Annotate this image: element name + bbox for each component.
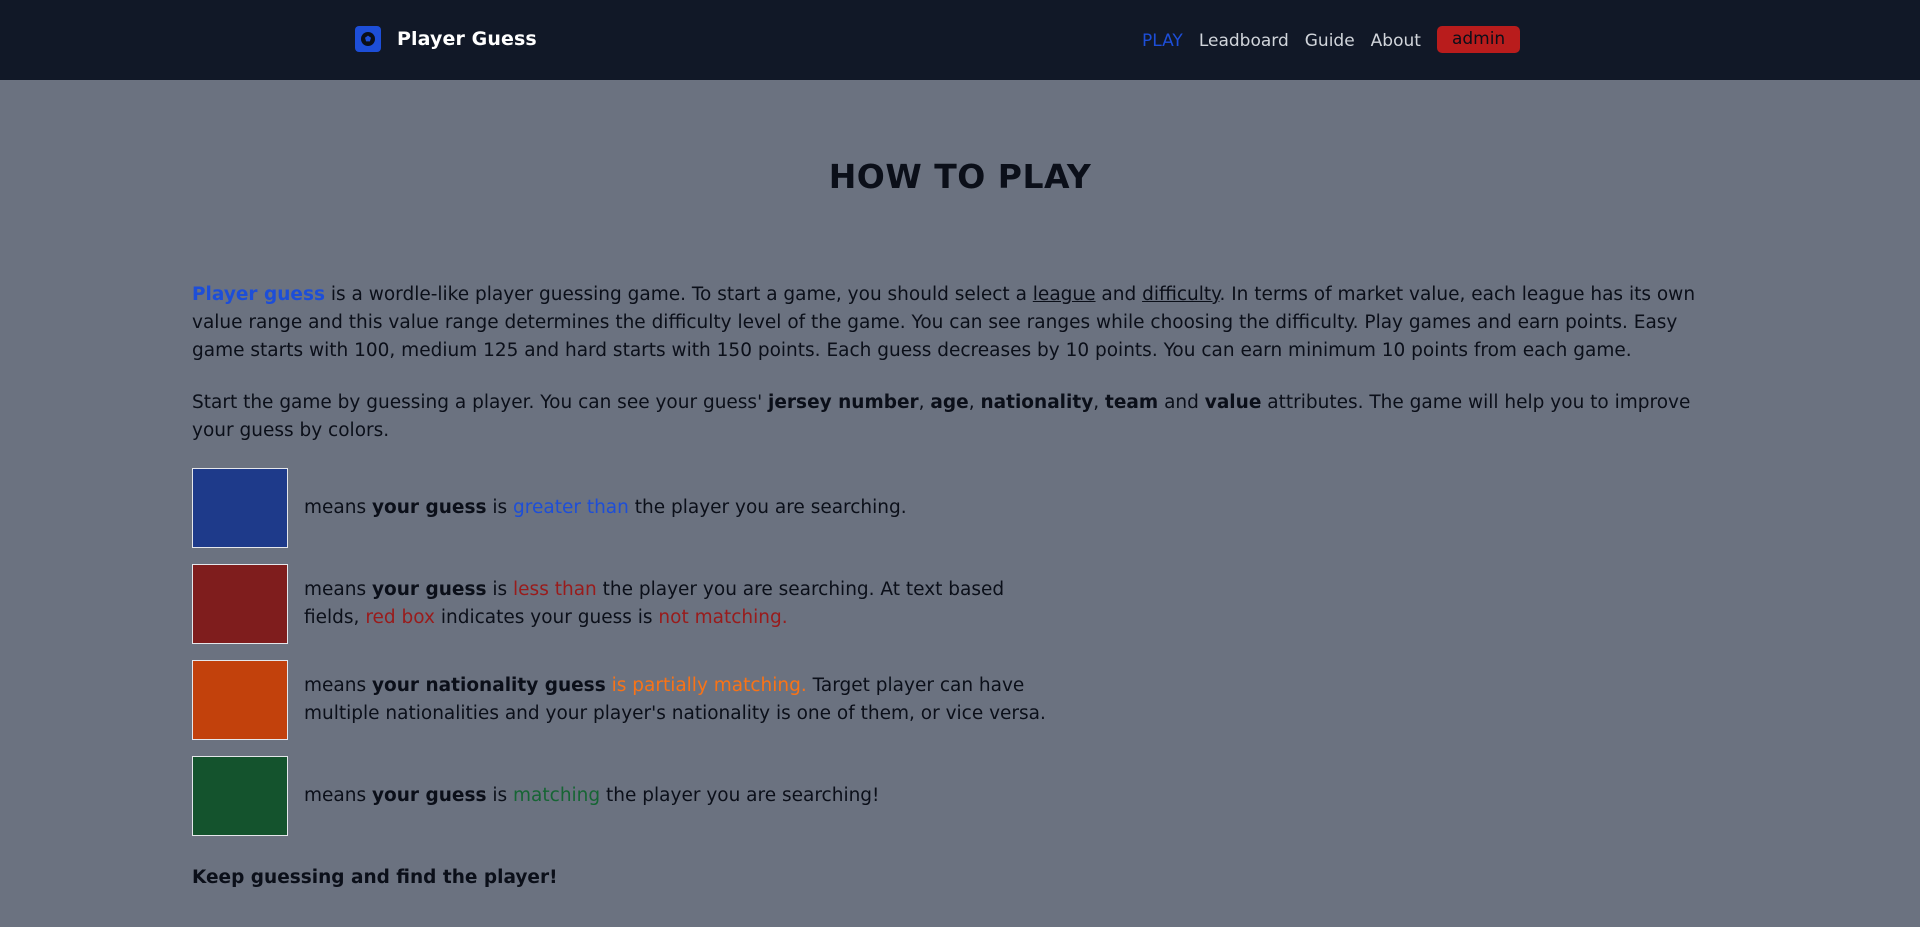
nav-link-guide[interactable]: Guide <box>1305 31 1355 51</box>
game-name-link[interactable]: Player guess <box>192 284 325 305</box>
green-swatch <box>192 756 288 836</box>
legend-subject: your nationality guess <box>371 675 606 696</box>
nav-links: PLAY Leadboard Guide About admin <box>1142 26 1521 54</box>
legend-highlight-matching: matching <box>513 785 601 806</box>
legend-means: means <box>304 675 372 696</box>
intro-paragraph: Player guess is a wordle-like player gue… <box>192 281 1732 365</box>
attr-value: value <box>1204 392 1262 413</box>
legend-row-less: means your guess is less than the player… <box>192 564 1064 644</box>
legend-highlight-greater: greater than <box>513 497 629 518</box>
legend-rest: the player you are searching! <box>600 785 880 806</box>
brand-link[interactable]: Player Guess <box>355 26 537 52</box>
legend-row-partial: means your nationality guess is partiall… <box>192 660 1064 740</box>
legend-subject: your guess <box>371 497 487 518</box>
legend-is: is <box>486 785 514 806</box>
top-navbar: Player Guess PLAY Leadboard Guide About … <box>0 0 1920 80</box>
legend-text-partial: means your nationality guess is partiall… <box>304 672 1064 728</box>
legend-means: means <box>304 579 372 600</box>
legend-rest: the player you are searching. <box>628 497 907 518</box>
nav-link-about[interactable]: About <box>1371 31 1421 51</box>
legend-text-matching: means your guess is matching the player … <box>304 782 1064 810</box>
legend-rest-2: indicates your guess is <box>434 607 659 628</box>
attributes-text-1: Start the game by guessing a player. You… <box>192 392 769 413</box>
red-swatch <box>192 564 288 644</box>
legend-text-less: means your guess is less than the player… <box>304 576 1064 632</box>
legend-means: means <box>304 785 372 806</box>
intro-text-1: is a wordle-like player guessing game. T… <box>324 284 1033 305</box>
legend-highlight-less: less than <box>513 579 597 600</box>
legend-subject: your guess <box>371 785 487 806</box>
attributes-paragraph: Start the game by guessing a player. You… <box>192 389 1732 445</box>
intro-and: and <box>1095 284 1143 305</box>
legend-row-matching: means your guess is matching the player … <box>192 756 1064 836</box>
closing-note: Keep guessing and find the player! <box>192 867 558 888</box>
legend-text-greater: means your guess is greater than the pla… <box>304 494 1064 522</box>
legend-is: is <box>486 579 514 600</box>
orange-swatch <box>192 660 288 740</box>
difficulty-term: difficulty <box>1142 284 1220 305</box>
nav-link-play[interactable]: PLAY <box>1142 31 1183 51</box>
nav-link-leadboard[interactable]: Leadboard <box>1199 31 1289 51</box>
legend-subject: your guess <box>371 579 487 600</box>
legend-highlight-partial: is partially matching. <box>611 675 807 696</box>
blue-swatch <box>192 468 288 548</box>
attr-nationality: nationality <box>980 392 1094 413</box>
legend-means: means <box>304 497 372 518</box>
attr-age: age <box>930 392 969 413</box>
attr-sep-3: , <box>1093 392 1106 413</box>
legend-is: is <box>486 497 514 518</box>
attr-team: team <box>1105 392 1159 413</box>
attr-sep-1: , <box>918 392 931 413</box>
user-menu-button[interactable]: admin <box>1436 26 1521 53</box>
attr-sep-4: and <box>1158 392 1205 413</box>
legend-highlight-not-matching: not matching. <box>658 607 788 628</box>
guide-content: Player guess is a wordle-like player gue… <box>192 281 1732 445</box>
attr-jersey-number: jersey number <box>768 392 919 413</box>
attr-sep-2: , <box>968 392 981 413</box>
legend-highlight-red-box: red box <box>365 607 435 628</box>
brand-name: Player Guess <box>397 28 537 50</box>
page-title: HOW TO PLAY <box>828 157 1092 196</box>
legend-row-greater: means your guess is greater than the pla… <box>192 468 1064 548</box>
league-term: league <box>1032 284 1096 305</box>
football-logo-icon <box>355 26 381 52</box>
